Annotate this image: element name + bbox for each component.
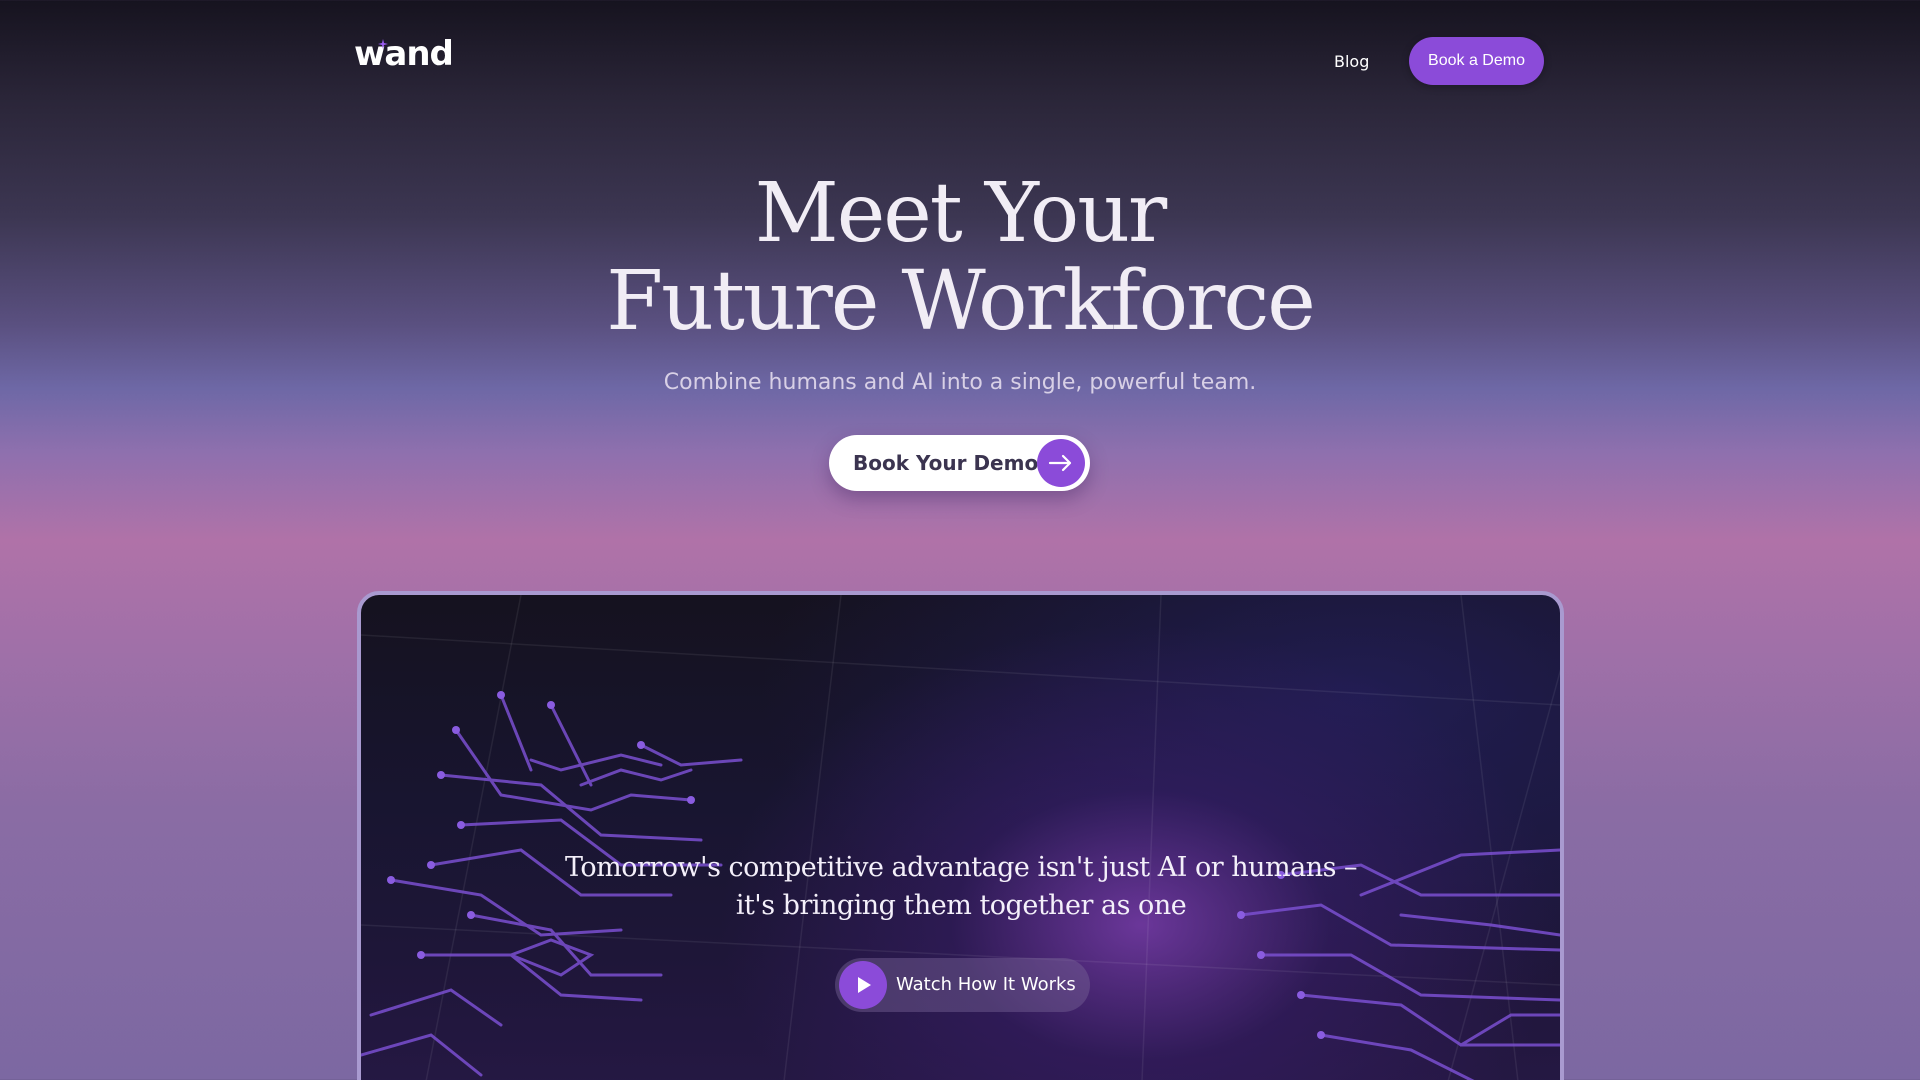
watch-how-it-works-button[interactable]: Watch How It Works (835, 958, 1090, 1012)
video-quote: Tomorrow's competitive advantage isn't j… (561, 849, 1361, 925)
book-your-demo-button[interactable]: Book Your Demo (829, 435, 1090, 491)
video-quote-line-2: it's bringing them together as one (735, 890, 1187, 921)
watch-how-it-works-label: Watch How It Works (896, 974, 1076, 995)
hero-title-line-2: Future Workforce (606, 254, 1316, 349)
site-header: wand Blog Book a Demo (0, 0, 1920, 122)
book-your-demo-label: Book Your Demo (853, 451, 1039, 475)
logo-wordmark: wand (354, 34, 454, 74)
arrow-right-icon (1037, 439, 1085, 487)
hero-title-line-1: Meet Your (754, 166, 1167, 261)
hero-title: Meet Your Future Workforce (560, 170, 1360, 346)
sparkle-icon (378, 39, 388, 49)
wand-logo[interactable]: wand (354, 34, 454, 74)
nav-blog-link[interactable]: Blog (1334, 52, 1369, 71)
book-a-demo-button[interactable]: Book a Demo (1409, 37, 1544, 85)
hero-subtitle: Combine humans and AI into a single, pow… (663, 370, 1257, 395)
play-icon (839, 961, 887, 1009)
video-quote-line-1: Tomorrow's competitive advantage isn't j… (564, 852, 1358, 883)
video-card[interactable]: Tomorrow's competitive advantage isn't j… (357, 591, 1564, 1080)
